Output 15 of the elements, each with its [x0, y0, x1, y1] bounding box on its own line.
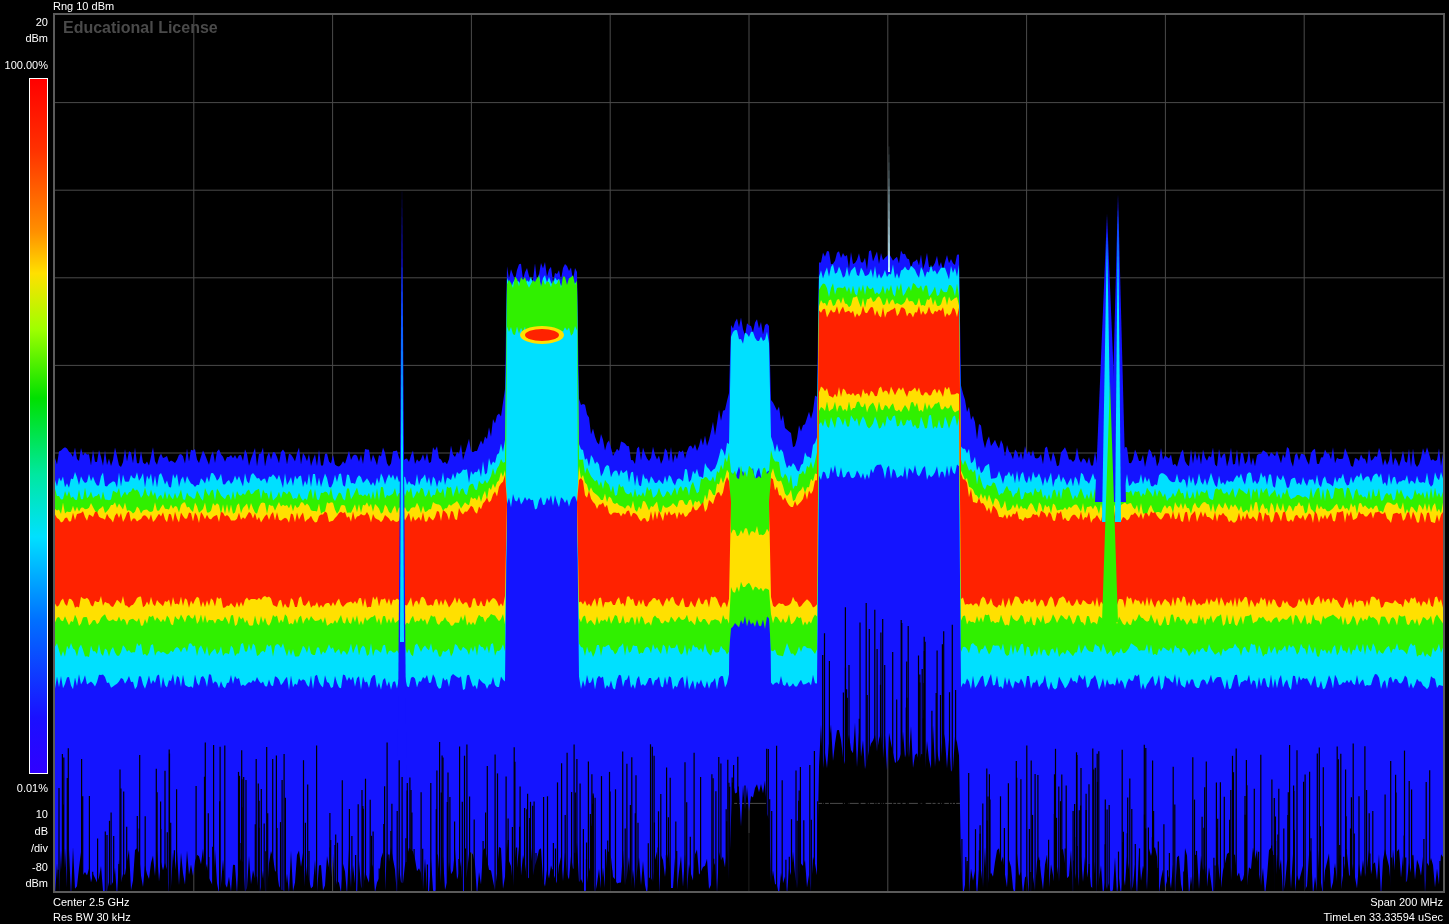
measurement-setting: TimeLen 33.33594 uSec — [1323, 910, 1443, 924]
axis-bottom-unit: dBm — [25, 876, 48, 890]
color-scale-min: 0.01% — [16, 781, 48, 795]
measurement-setting: Span 200 MHz — [1370, 895, 1443, 910]
scale-unit: dB — [34, 824, 48, 838]
license-notice: Educational License — [63, 18, 218, 38]
axis-bottom-value: -80 — [32, 860, 48, 874]
scale-value: 10 — [35, 807, 48, 821]
range-label: Rng 10 dBm — [53, 0, 115, 13]
axis-top-value: 20 — [35, 15, 48, 29]
measurement-setting: Center 2.5 GHz — [53, 895, 131, 910]
axis-top-unit: dBm — [25, 31, 48, 45]
measurement-setting: Res BW 30 kHz — [53, 910, 131, 924]
color-scale-max: 100.00% — [4, 58, 48, 72]
scale-per-division: /div — [30, 841, 48, 855]
